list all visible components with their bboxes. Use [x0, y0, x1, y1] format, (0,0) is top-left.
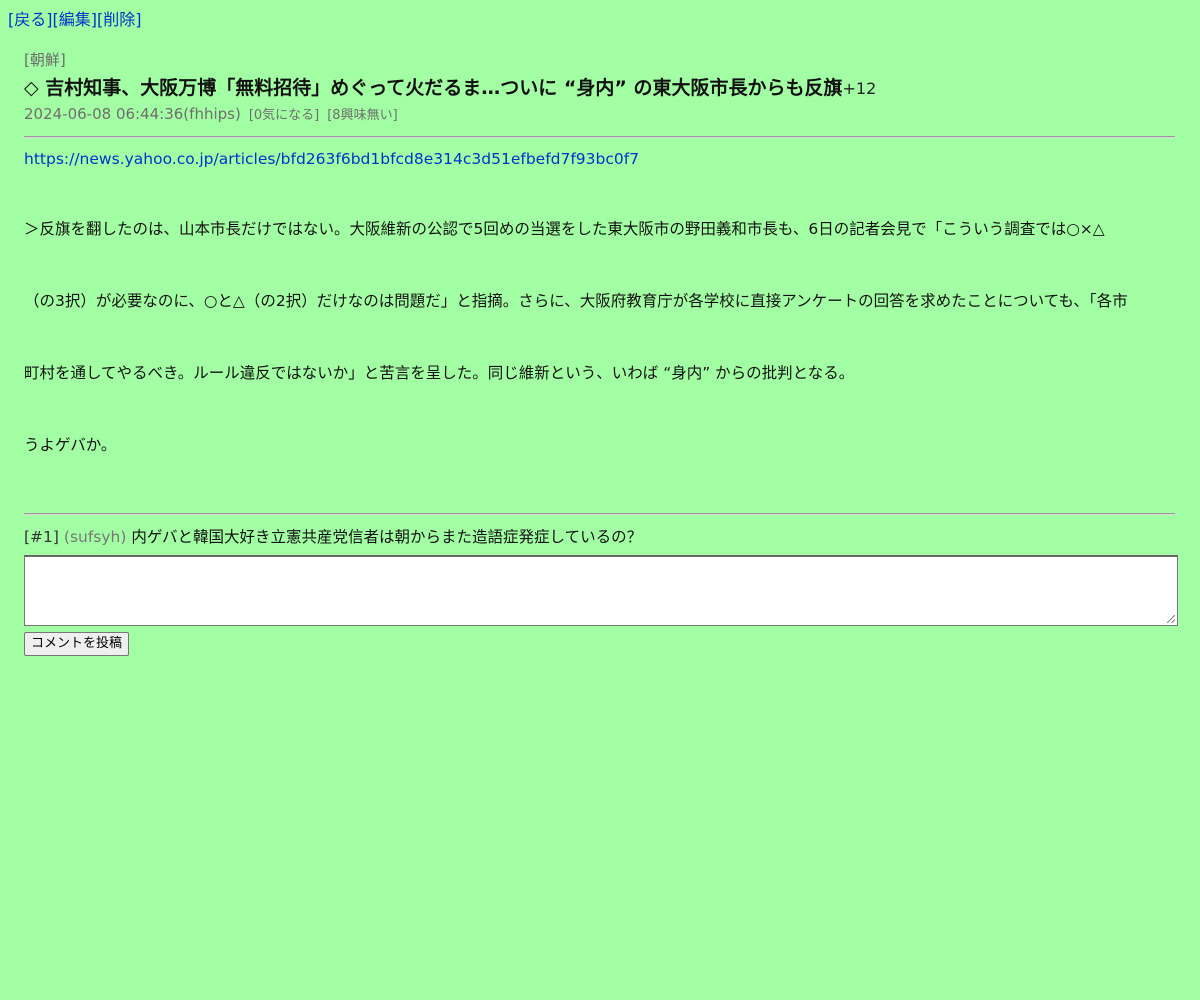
interested-tag[interactable]: [0気になる] — [249, 108, 319, 123]
divider — [24, 136, 1175, 138]
article-title: ◇ 吉村知事、大阪万博「無料招待」めぐって火だるま…ついに “身内” の東大阪市… — [24, 77, 843, 99]
not-interested-tag[interactable]: [8興味無い] — [327, 108, 397, 123]
delete-link[interactable]: [削除] — [97, 10, 142, 29]
article-body: ＞反旗を翻したのは、山本市長だけではない。大阪維新の公認で5回めの当選をした東大… — [24, 169, 1175, 505]
resize-grip-icon[interactable] — [1167, 615, 1175, 623]
body-line: （の3択）が必要なのに、○と△（の2択）だけなのは問題だ」と指摘。さらに、大阪府… — [24, 292, 1128, 310]
article: [朝鮮] ◇ 吉村知事、大阪万博「無料招待」めぐって火だるま…ついに “身内” … — [24, 50, 1178, 656]
divider — [24, 513, 1175, 515]
article-meta: 2024-06-08 06:44:36(fhhips) [0気になる] [8興味無い… — [24, 104, 1175, 126]
comment-number: [#1] — [24, 528, 59, 546]
post-datetime-user: 2024-06-08 06:44:36(fhhips) — [24, 105, 241, 123]
source-url-row: https://news.yahoo.co.jp/articles/bfd263… — [24, 149, 1175, 169]
body-line: 町村を通してやるべき。ルール違反ではないか」と苦言を呈した。同じ維新という、いわ… — [24, 364, 855, 382]
back-link[interactable]: [戻る] — [8, 10, 53, 29]
body-line: ＞反旗を翻したのは、山本市長だけではない。大阪維新の公認で5回めの当選をした東大… — [24, 220, 1105, 238]
comment-user: (sufsyh) — [63, 528, 127, 546]
category-label: [朝鮮] — [24, 51, 66, 69]
edit-link[interactable]: [編集] — [53, 10, 98, 29]
top-navigation: [戻る][編集][削除] — [8, 10, 142, 30]
source-url-link[interactable]: https://news.yahoo.co.jp/articles/bfd263… — [24, 150, 639, 168]
comment-text: 内ゲバと韓国大好き立憲共産党信者は朝からまた造語症発症しているの？ — [131, 528, 643, 546]
post-comment-button[interactable]: コメントを投稿 — [24, 632, 130, 656]
comment-item: [#1] (sufsyh) 内ゲバと韓国大好き立憲共産党信者は朝からまた造語症発… — [24, 527, 1175, 547]
body-line: うよゲバか。 — [24, 436, 117, 454]
reaction-count: +12 — [842, 79, 877, 98]
comment-textarea[interactable] — [24, 555, 1178, 626]
title-row: ◇ 吉村知事、大阪万博「無料招待」めぐって火だるま…ついに “身内” の東大阪市… — [24, 75, 1175, 102]
